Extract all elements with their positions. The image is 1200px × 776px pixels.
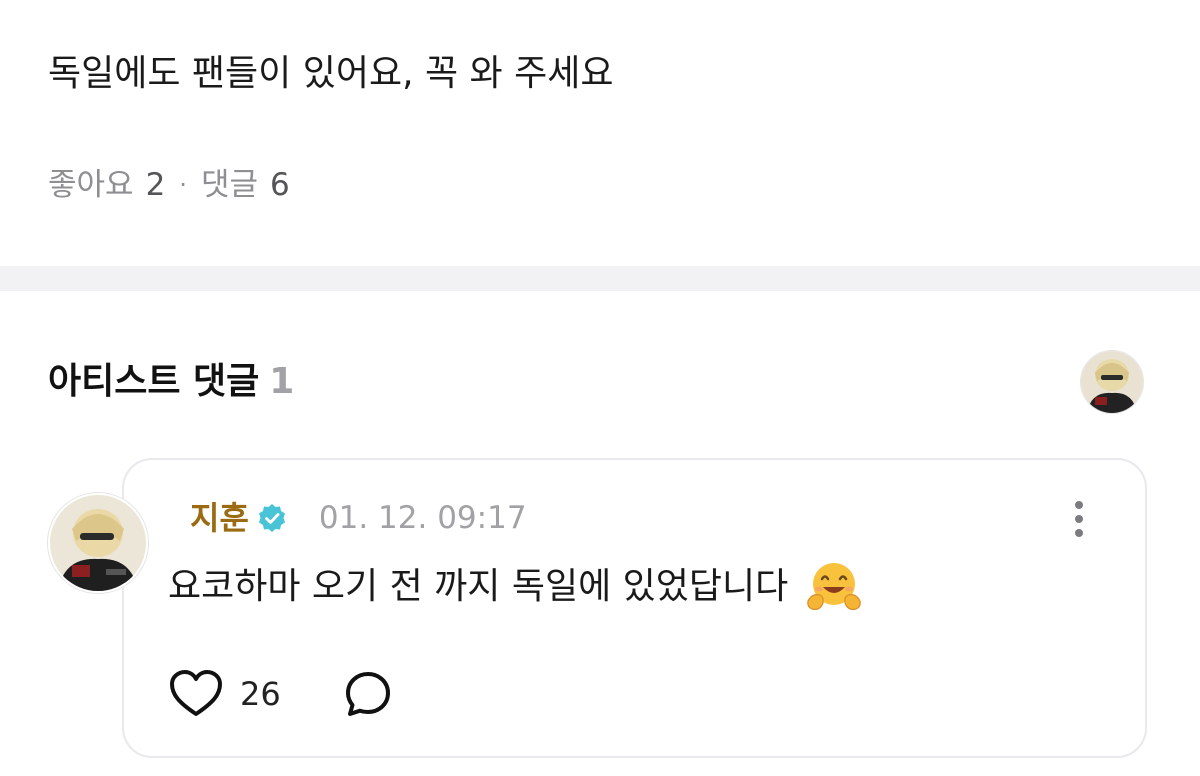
comment-author-avatar[interactable] (48, 493, 148, 593)
avatar-image (50, 495, 146, 591)
heart-outline-icon[interactable] (168, 668, 224, 720)
more-options-icon[interactable] (1064, 498, 1094, 540)
post-text: 독일에도 팬들이 있어요, 꼭 와 주세요 (48, 53, 614, 94)
comment-timestamp: 01. 12. 09:17 (318, 500, 527, 536)
artist-comments-title: 아티스트 댓글 (48, 361, 260, 402)
verified-badge-icon (257, 503, 287, 533)
artist-comments-count: 1 (269, 361, 295, 402)
avatar-image (1081, 351, 1143, 413)
likes-label[interactable]: 좋아요 (48, 162, 134, 208)
hugging-face-emoji (806, 559, 862, 615)
comment-meta: 지훈 01. 12. 09:17 (190, 496, 527, 540)
post-stats: 좋아요 2 · 댓글 6 (48, 162, 290, 208)
comment-actions: 26 (168, 668, 393, 720)
comments-label[interactable]: 댓글 (201, 162, 258, 208)
comment-text: 요코하마 오기 전 까지 독일에 있었답니다 (168, 566, 789, 607)
speech-bubble-icon[interactable] (343, 669, 393, 719)
comment-author-name[interactable]: 지훈 (190, 496, 249, 540)
comment-body: 요코하마 오기 전 까지 독일에 있었답니다 (168, 558, 862, 616)
artist-comments-header: 아티스트 댓글 1 (48, 356, 294, 408)
artist-avatar[interactable] (1080, 350, 1144, 414)
comments-count[interactable]: 6 (270, 162, 290, 208)
likes-count[interactable]: 2 (146, 162, 166, 208)
stats-separator: · (179, 171, 187, 199)
section-divider (0, 266, 1200, 291)
like-count: 26 (240, 675, 281, 713)
